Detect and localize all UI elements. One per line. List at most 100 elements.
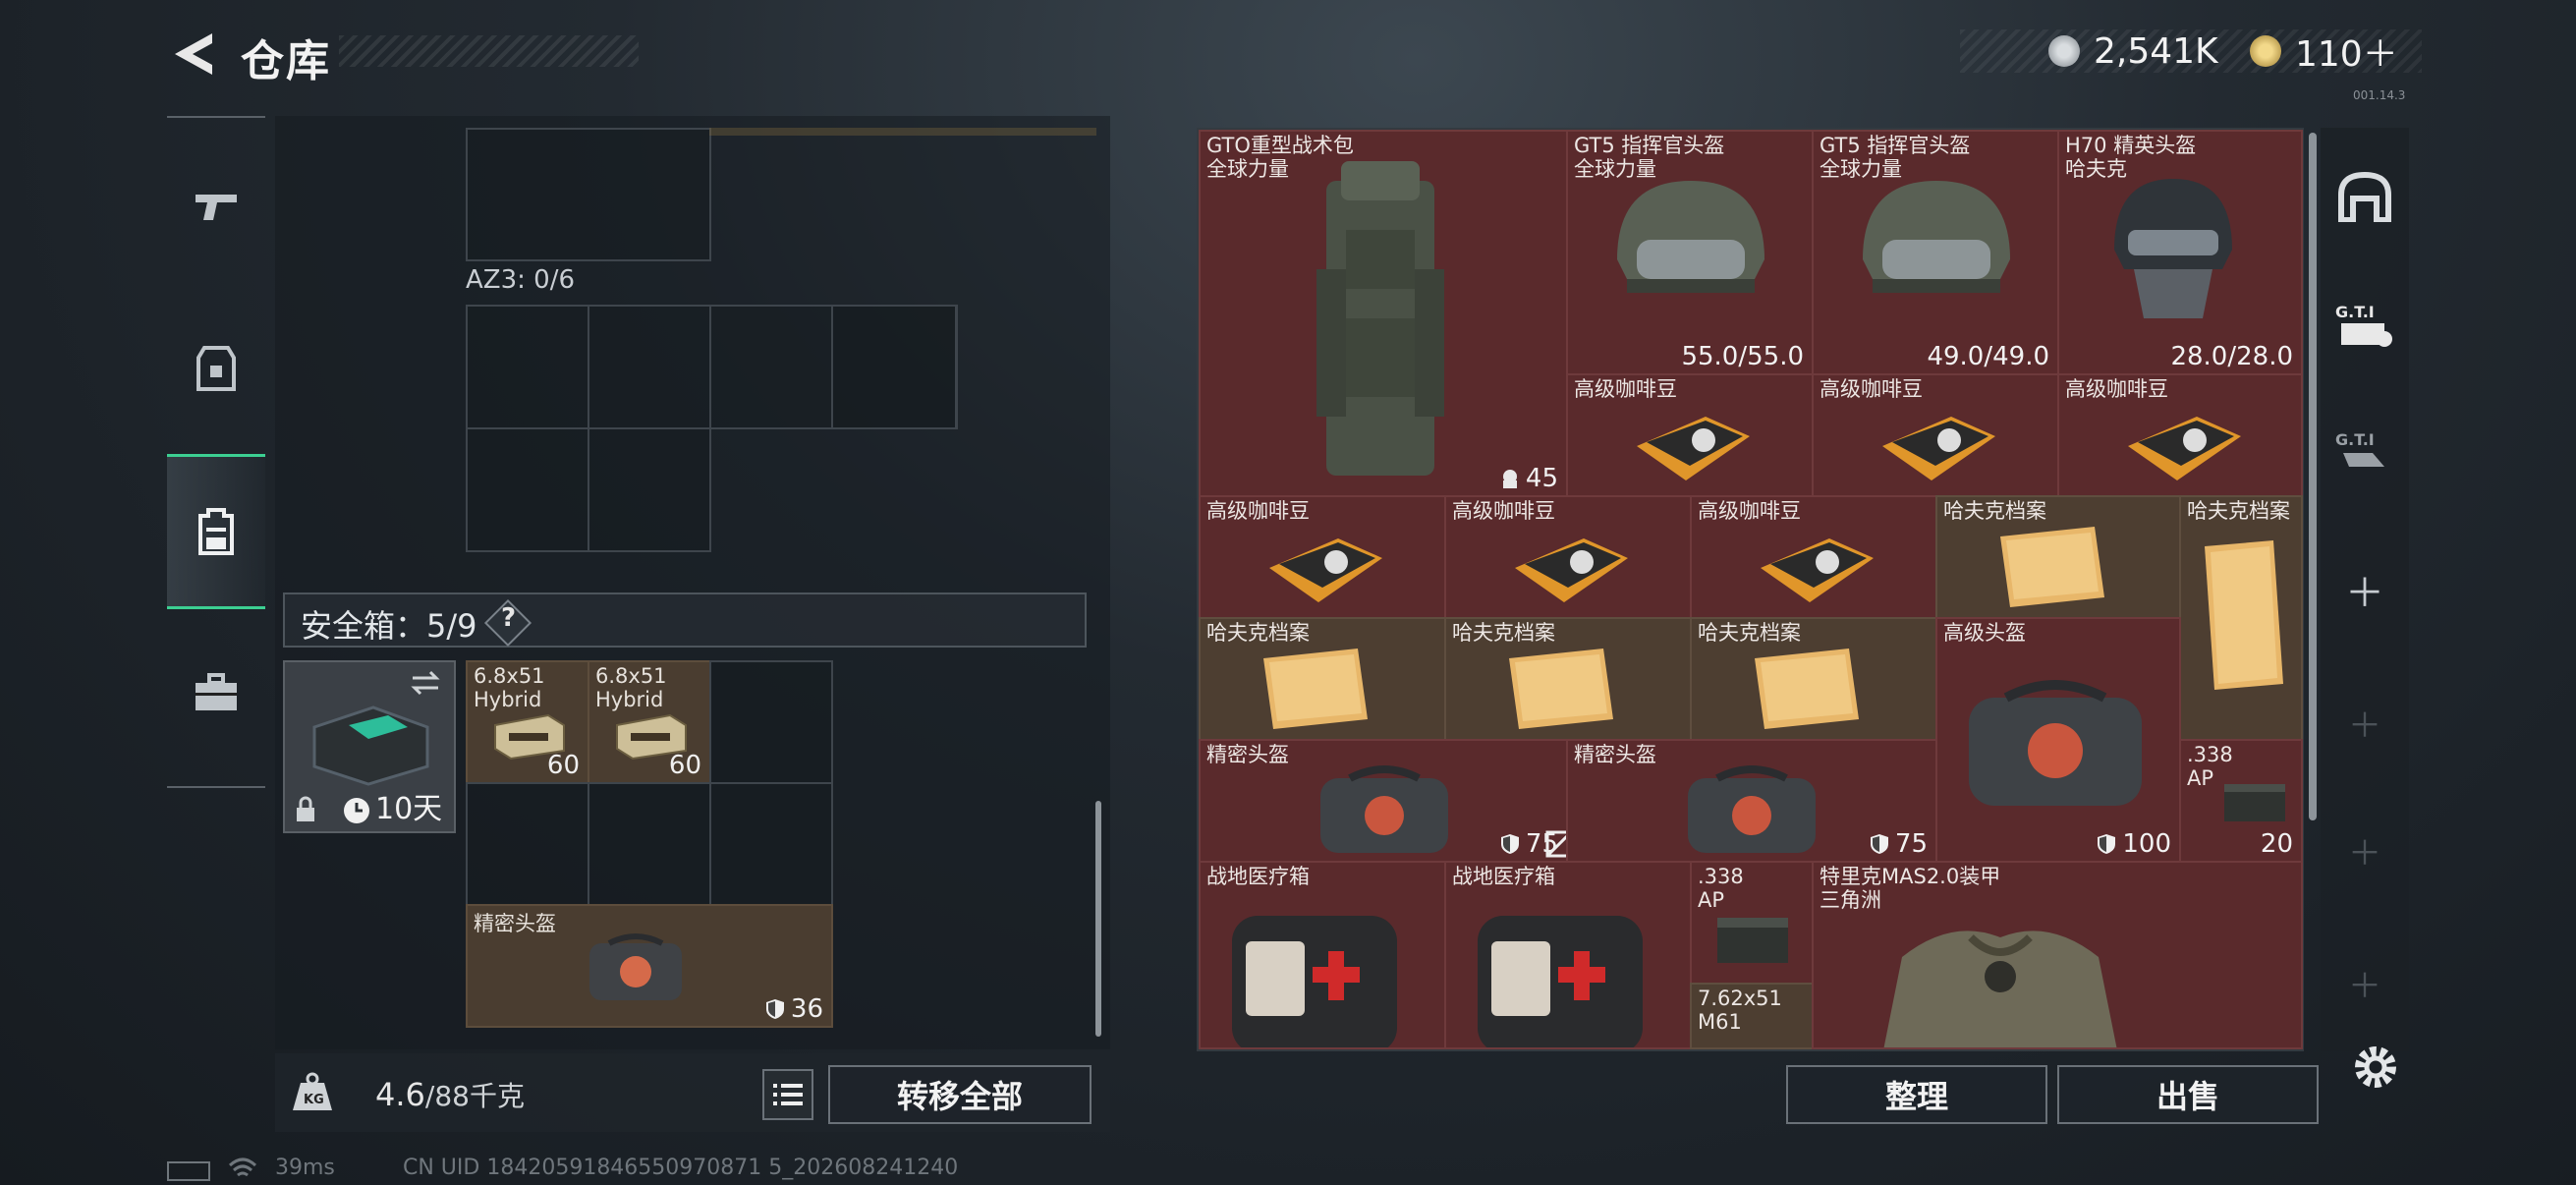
stash-item-coffee[interactable]: 高级咖啡豆 (1444, 495, 1692, 619)
backpack-scrollbar[interactable] (1095, 801, 1101, 1037)
item-value: 20 (2260, 829, 2293, 859)
armor-vest-icon (196, 346, 236, 391)
weight-kg-icon: KG (293, 1072, 332, 1110)
item-name: 高级咖啡豆 (1820, 377, 1923, 401)
safe-box-icon (312, 705, 429, 786)
stash-item-coffee[interactable]: 高级咖啡豆 (1812, 373, 2059, 497)
currency-b-value: 110＋ (2295, 34, 2398, 75)
stash-item-precision-helmet[interactable]: 精密头盔 75 (1199, 739, 1568, 863)
stash-item-ammo[interactable]: 7.62x51 M61 (1690, 983, 1814, 1049)
item-name: 7.62x51 M61 (1698, 987, 1782, 1034)
item-name: 哈夫克档案 (2187, 499, 2290, 523)
stash-item-precision-helmet[interactable]: 精密头盔 75 (1566, 739, 1937, 863)
lock-bag-icon (1502, 470, 1517, 488)
item-name: 战地医疗箱 (1206, 865, 1310, 888)
stash-item-backpack[interactable]: GTO重型战术包 全球力量 45 (1199, 130, 1568, 497)
stash-item-file[interactable]: 哈夫克档案 (1690, 617, 1937, 741)
stash-item-coffee[interactable]: 高级咖啡豆 (1690, 495, 1937, 619)
stash-scrollbar[interactable] (2309, 133, 2317, 820)
back-arrow-icon[interactable] (167, 29, 220, 79)
sidebar-item-armor[interactable] (167, 319, 265, 418)
svg-text:KG: KG (304, 1093, 324, 1107)
sell-button[interactable]: 出售 (2057, 1065, 2319, 1124)
tactical-helmet-icon (1863, 181, 2010, 293)
grid-slot[interactable] (831, 305, 957, 429)
stash-item-helmet[interactable]: GT5 指挥官头盔 全球力量 55.0/55.0 (1566, 130, 1814, 375)
list-view-button[interactable] (762, 1069, 813, 1120)
sidebar-item-weapon[interactable] (167, 157, 265, 255)
medkit-icon (1478, 916, 1643, 1047)
sidebar-item-backpack[interactable] (167, 454, 265, 609)
helmet-bag-item[interactable]: 精密头盔 36 (466, 904, 833, 1028)
stash-item-file[interactable]: 哈夫克档案 (1199, 617, 1446, 741)
stash-item-armor[interactable]: 特里克MAS2.0装甲 三角洲 (1812, 861, 2303, 1049)
coffee-bag-icon (1882, 417, 1995, 480)
elite-helmet-icon (2114, 179, 2232, 318)
coffee-bag-icon (1761, 538, 1874, 602)
stash-item-advanced-helmet[interactable]: 高级头盔 100 (1935, 617, 2181, 863)
item-value: 100 (2122, 829, 2171, 859)
ammo-qty: 60 (668, 751, 701, 780)
grid-slot-edge (709, 128, 1096, 136)
stash-item-coffee[interactable]: 高级咖啡豆 (1199, 495, 1446, 619)
grid-slot[interactable] (588, 782, 711, 906)
stash-item-file[interactable]: 哈夫克档案 (1444, 617, 1692, 741)
tab-gti-1[interactable]: G.T.I (2321, 285, 2409, 364)
sort-button[interactable]: 整理 (1786, 1065, 2047, 1124)
stash-item-file[interactable]: 哈夫克档案 (1935, 495, 2181, 619)
stash-item-medkit[interactable]: 战地医疗箱 (1444, 861, 1692, 1049)
add-tab-disabled: ＋ (2348, 705, 2381, 746)
stash-item-file[interactable]: 哈夫克档案 (2179, 495, 2303, 741)
stash-item-coffee[interactable]: 高级咖啡豆 (2057, 373, 2303, 497)
currency-b[interactable]: 110＋ (2250, 29, 2398, 75)
safe-box-slot[interactable]: 10天 (283, 660, 456, 833)
durability: 36 (765, 994, 823, 1024)
stash-item-helmet[interactable]: H70 精英头盔 哈夫克 28.0/28.0 (2057, 130, 2303, 375)
bunker-icon (2338, 171, 2391, 222)
stash-item-ammo[interactable]: .338 AP (1690, 861, 1814, 985)
add-tab-button[interactable]: ＋ (2321, 550, 2409, 629)
document-folder-icon (1755, 649, 1859, 729)
item-name: 精密头盔 (1206, 743, 1289, 766)
stash-item-coffee[interactable]: 高级咖啡豆 (1566, 373, 1814, 497)
item-name: 精密头盔 (1574, 743, 1656, 766)
tab-gti-2[interactable]: G.T.I (2321, 413, 2409, 491)
grid-slot[interactable] (709, 782, 833, 906)
currency-a[interactable]: 2,541K (2048, 29, 2218, 73)
grid-slot[interactable] (709, 660, 833, 784)
uid-text: CN UID 18420591846550970871 5_2026082412… (403, 1156, 959, 1180)
helmet-bag-name: 精密头盔 (474, 912, 556, 935)
ammo-item[interactable]: 6.8x51 Hybrid 60 (588, 660, 711, 784)
stash-item-helmet[interactable]: GT5 指挥官头盔 全球力量 49.0/49.0 (1812, 130, 2059, 375)
helmet-bag-icon (1688, 765, 1816, 853)
grid-slot[interactable] (466, 128, 711, 261)
item-value: 49.0/49.0 (1927, 342, 2049, 371)
item-name: 哈夫克档案 (1206, 621, 1310, 645)
help-mark: ? (501, 603, 517, 633)
transfer-all-button[interactable]: 转移全部 (828, 1065, 1092, 1124)
ammo-can-icon (2224, 784, 2285, 821)
item-name: 特里克MAS2.0装甲 三角洲 (1820, 865, 2001, 912)
swap-icon[interactable] (409, 670, 442, 696)
durability-value: 36 (790, 994, 823, 1024)
document-folder-icon (2205, 540, 2283, 690)
shield-icon (2098, 834, 2116, 854)
weight-readout: 4.6/88千克 (375, 1075, 525, 1114)
item-name: 哈夫克档案 (1698, 621, 1801, 645)
tab-stash-main[interactable] (2321, 157, 2409, 236)
page-title: 仓库 (241, 36, 331, 86)
grid-slot[interactable] (466, 782, 589, 906)
settings-gear-icon[interactable] (2350, 1042, 2401, 1093)
stash-item-ammo[interactable]: .338 AP 20 (2179, 739, 2303, 863)
sidebar-item-case[interactable] (167, 644, 265, 742)
tactical-helmet-icon (1617, 181, 1764, 293)
weight-unit: /88千克 (424, 1080, 525, 1112)
shield-icon (765, 999, 784, 1019)
stash-item-medkit[interactable]: 战地医疗箱 (1199, 861, 1446, 1049)
item-value: 55.0/55.0 (1681, 342, 1804, 371)
gold-coin-icon (2250, 35, 2281, 67)
item-name: 高级咖啡豆 (1574, 377, 1677, 401)
ammo-item[interactable]: 6.8x51 Hybrid 60 (466, 660, 589, 784)
briefcase-icon (196, 673, 237, 710)
add-tab-disabled: ＋ (2348, 833, 2381, 874)
